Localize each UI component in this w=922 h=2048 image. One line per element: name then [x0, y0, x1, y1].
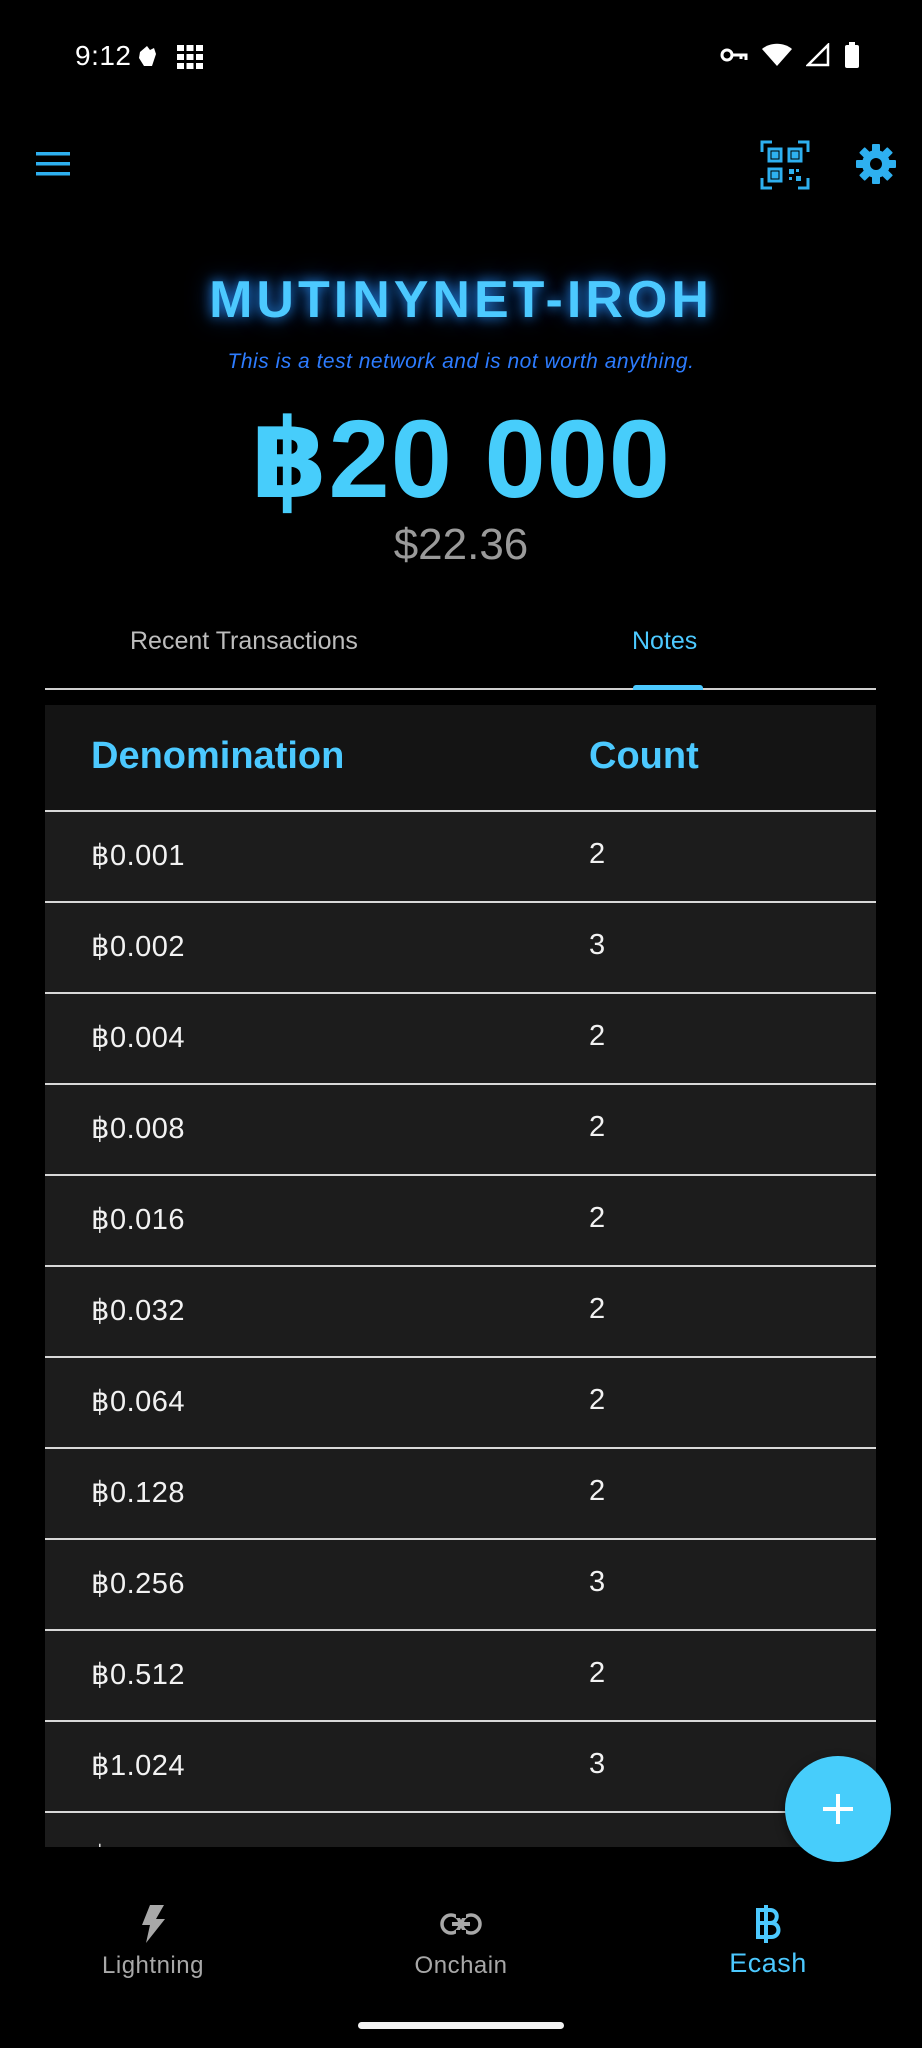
vpn-key-icon: [720, 46, 748, 69]
count-cell: 2: [589, 1384, 606, 1416]
tab-active-indicator: [633, 685, 703, 690]
nav-label-ecash: Ecash: [729, 1948, 807, 1978]
add-button[interactable]: [785, 1756, 891, 1862]
menu-icon: [36, 152, 70, 176]
denomination-cell: ฿1.024: [91, 1750, 186, 1782]
table-row: ฿0.002 3: [45, 903, 876, 994]
app-bar: [0, 130, 922, 200]
column-header-count: Count: [589, 735, 699, 777]
table-row: ฿0.064 2: [45, 1358, 876, 1449]
apps-grid-icon: [176, 44, 204, 75]
tab-bar: Recent Transactions Notes: [45, 615, 876, 690]
denomination-cell: ฿0.004: [91, 1022, 186, 1054]
count-cell: 3: [589, 1748, 606, 1780]
table-row: ฿0.004 2: [45, 994, 876, 1085]
table-row: ฿0.128 2: [45, 1449, 876, 1540]
signal-icon: [804, 41, 830, 72]
nav-onchain[interactable]: Onchain: [361, 1904, 561, 1980]
denomination-cell: ฿0.256: [91, 1568, 186, 1600]
table-row: ฿0.512 2: [45, 1631, 876, 1722]
notes-table[interactable]: Denomination Count ฿0.001 2 ฿0.002 3 ฿0.00…: [45, 705, 876, 1847]
menu-button[interactable]: [30, 140, 78, 188]
fiat-balance: $22.36: [393, 520, 529, 569]
notification-icon: [136, 44, 158, 73]
table-row: ฿1.024 3: [45, 1722, 876, 1813]
nav-label-onchain: Onchain: [414, 1952, 508, 1979]
battery-icon: [844, 42, 860, 73]
count-cell: 2: [589, 1020, 606, 1052]
count-cell: 2: [589, 1111, 606, 1143]
tab-recent-transactions[interactable]: Recent Transactions: [130, 627, 358, 656]
count-cell: 3: [589, 1566, 606, 1598]
nav-ecash[interactable]: Ecash: [668, 1904, 868, 1979]
status-time: 9:12: [75, 40, 132, 71]
denomination-cell: ฿0.512: [91, 1659, 186, 1691]
denomination-cell: ฿0.002: [91, 931, 186, 963]
network-name: MUTINYNET-IROH: [209, 271, 713, 329]
nav-lightning[interactable]: Lightning: [53, 1904, 253, 1980]
wifi-icon: [762, 43, 792, 72]
denomination-cell: ฿: [91, 1839, 110, 1847]
network-warning: This is a test network and is not worth …: [227, 350, 695, 373]
count-cell: 2: [589, 838, 606, 870]
table-row: ฿0.001 2: [45, 812, 876, 903]
home-indicator[interactable]: [358, 2022, 564, 2029]
count-cell: 3: [589, 929, 606, 961]
gear-icon: [856, 144, 896, 184]
column-header-denomination: Denomination: [91, 735, 345, 777]
link-icon: [440, 1913, 482, 1935]
count-cell: 2: [589, 1293, 606, 1325]
denomination-cell: ฿0.128: [91, 1477, 186, 1509]
qr-scan-icon: [760, 140, 810, 190]
denomination-cell: ฿0.032: [91, 1295, 186, 1327]
bitcoin-icon: [756, 1905, 781, 1943]
plus-icon: [823, 1794, 853, 1824]
nav-label-lightning: Lightning: [102, 1952, 204, 1979]
count-cell: 2: [589, 1657, 606, 1689]
denomination-cell: ฿0.008: [91, 1113, 186, 1145]
status-icons: [720, 41, 860, 73]
tab-notes[interactable]: Notes: [632, 627, 697, 656]
table-row: ฿0.008 2: [45, 1085, 876, 1176]
denomination-cell: ฿0.064: [91, 1386, 186, 1418]
table-row: ฿: [45, 1813, 876, 1847]
count-cell: 2: [589, 1202, 606, 1234]
denomination-cell: ฿0.016: [91, 1204, 186, 1236]
count-cell: 2: [589, 1475, 606, 1507]
table-header: Denomination Count: [45, 705, 876, 812]
status-bar: 9:12: [0, 0, 922, 112]
table-row: ฿0.256 3: [45, 1540, 876, 1631]
table-row: ฿0.016 2: [45, 1176, 876, 1267]
scan-qr-button[interactable]: [760, 140, 810, 190]
settings-button[interactable]: [852, 140, 900, 188]
denomination-cell: ฿0.001: [91, 840, 186, 872]
lightning-icon: [142, 1905, 165, 1943]
table-row: ฿0.032 2: [45, 1267, 876, 1358]
balance-amount: ฿20 000: [251, 398, 671, 521]
